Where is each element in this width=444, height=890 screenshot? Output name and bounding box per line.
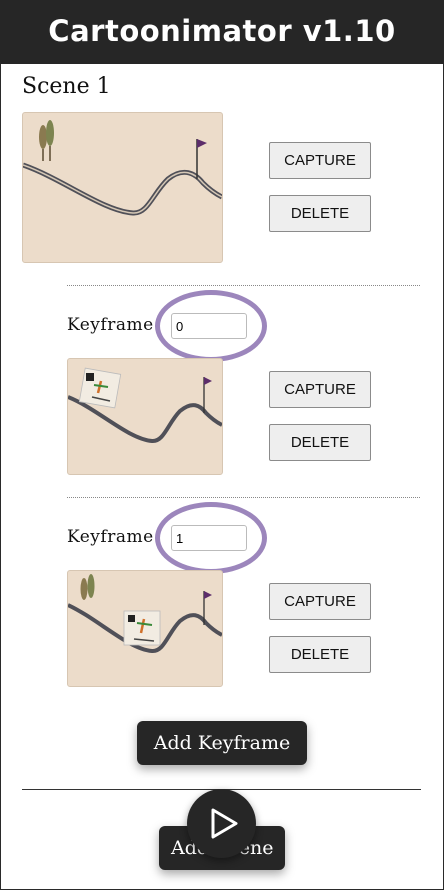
keyframe-input-highlight [155,290,267,362]
keyframe-thumbnail [67,570,223,687]
add-keyframe-button[interactable]: Add Keyframe [137,721,307,765]
scene-capture-button[interactable]: CAPTURE [269,142,371,179]
keyframe-thumbnail [67,358,223,475]
scene-delete-button[interactable]: DELETE [269,195,371,232]
play-icon [211,808,238,839]
keyframe-input-highlight [155,502,267,574]
scene-title: Scene 1 [22,74,111,99]
app-header: Cartoonimator v1.10 [0,0,444,64]
keyframe-capture-button[interactable]: CAPTURE [269,583,371,620]
play-button[interactable] [187,789,256,858]
keyframe-delete-button[interactable]: DELETE [269,424,371,461]
keyframe-capture-button[interactable]: CAPTURE [269,371,371,408]
keyframe-divider [67,497,420,498]
keyframe-delete-button[interactable]: DELETE [269,636,371,673]
keyframe-label: Keyframe [67,527,154,547]
keyframe-label: Keyframe [67,315,154,335]
scene-thumbnail [22,112,223,263]
app-title: Cartoonimator v1.10 [48,14,396,48]
keyframe-divider [67,285,420,286]
